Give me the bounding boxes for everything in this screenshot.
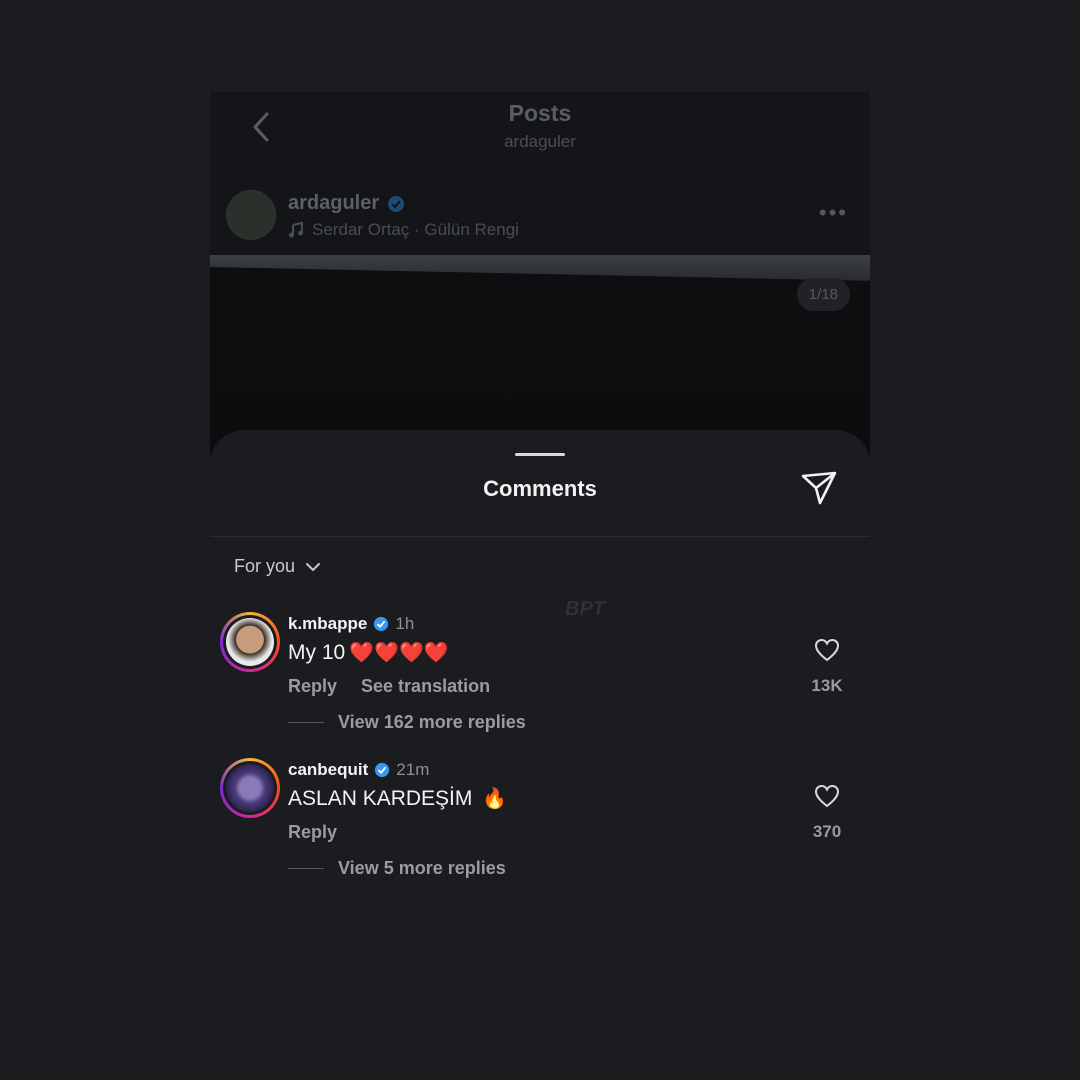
share-icon[interactable] xyxy=(800,470,838,506)
page-subtitle: ardaguler xyxy=(504,132,576,151)
comment-time: 21m xyxy=(396,760,430,779)
verified-badge-icon xyxy=(388,195,405,212)
verified-badge-icon xyxy=(375,762,390,778)
replies-line xyxy=(288,722,324,723)
see-translation-button[interactable]: See translation xyxy=(361,676,490,697)
reply-button[interactable]: Reply xyxy=(288,676,337,697)
comment-filter-dropdown[interactable]: For you xyxy=(234,556,321,577)
comments-sheet: Comments For you BPT k.mbappe 1h My 10 ❤… xyxy=(210,430,870,892)
author-avatar[interactable] xyxy=(226,190,276,240)
comment-actions: Reply xyxy=(288,822,337,843)
view-replies-label: View 5 more replies xyxy=(338,858,506,878)
comment-actions: Reply See translation xyxy=(288,676,490,697)
author-row[interactable]: ardaguler xyxy=(288,192,405,215)
divider xyxy=(210,536,870,537)
watermark: BPT xyxy=(565,598,605,620)
comment-username[interactable]: canbequit xyxy=(288,760,368,780)
view-replies-button[interactable]: View 5 more replies xyxy=(288,858,506,879)
view-replies-label: View 162 more replies xyxy=(338,712,526,732)
fire-emoji: 🔥 xyxy=(482,788,508,810)
view-replies-button[interactable]: View 162 more replies xyxy=(288,712,526,733)
page-title: Posts xyxy=(508,100,572,126)
comment-header: k.mbappe 1h xyxy=(288,614,414,634)
comment-header: canbequit 21m xyxy=(288,760,429,780)
like-heart-icon[interactable] xyxy=(814,638,840,662)
author-username: ardaguler xyxy=(288,192,380,214)
avatar[interactable] xyxy=(220,612,280,672)
comment-body: ASLAN KARDEŞİM xyxy=(288,786,473,810)
heart-emoji: ❤️❤️❤️❤️ xyxy=(349,642,449,664)
sheet-drag-handle[interactable] xyxy=(515,453,565,456)
avatar-image xyxy=(226,764,274,812)
comment-text: My 10 ❤️❤️❤️❤️ xyxy=(288,640,449,665)
comment-body: My 10 xyxy=(288,640,346,664)
filter-label: For you xyxy=(234,556,296,576)
more-options-icon[interactable]: ••• xyxy=(819,200,848,226)
comment-text: ASLAN KARDEŞİM 🔥 xyxy=(288,786,507,811)
avatar[interactable] xyxy=(220,758,280,818)
chevron-down-icon xyxy=(306,562,321,571)
reply-button[interactable]: Reply xyxy=(288,822,337,843)
phone-screen: Posts ardaguler ardaguler Serdar Ortaç ·… xyxy=(210,92,870,892)
music-label: Serdar Ortaç · Gülün Rengi xyxy=(312,220,519,239)
music-note-icon xyxy=(289,222,303,238)
comments-title: Comments xyxy=(483,476,597,501)
avatar-image xyxy=(226,618,274,666)
comment-time: 1h xyxy=(395,614,415,633)
image-counter: 1/18 xyxy=(796,278,850,311)
like-heart-icon[interactable] xyxy=(814,784,840,808)
replies-line xyxy=(288,868,324,869)
music-row[interactable]: Serdar Ortaç · Gülün Rengi xyxy=(288,220,519,240)
comment-username[interactable]: k.mbappe xyxy=(288,614,367,634)
like-count: 370 xyxy=(812,822,842,841)
verified-badge-icon xyxy=(374,616,389,632)
like-count: 13K xyxy=(811,676,843,695)
post-header: Posts ardaguler ardaguler Serdar Ortaç ·… xyxy=(210,92,870,255)
